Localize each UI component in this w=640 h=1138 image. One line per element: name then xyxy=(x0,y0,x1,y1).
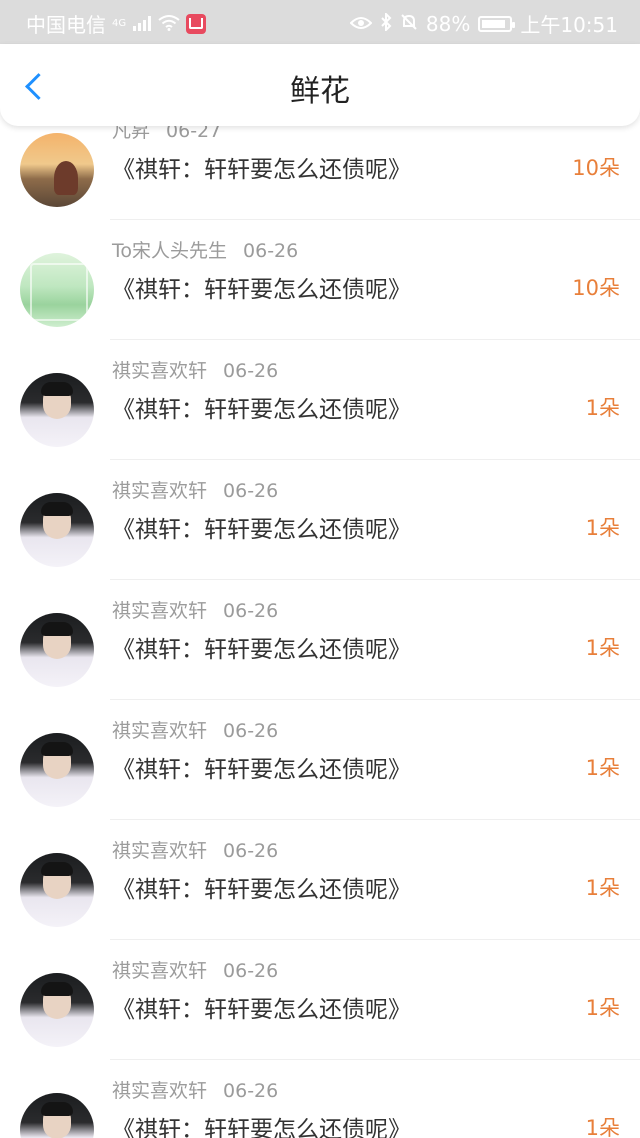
list-track: 凡昇 06-27 《祺轩：轩轩要怎么还债呢》 10朵 To宋人头先生 06-26 《祺轩：轩… xyxy=(0,126,640,1138)
date: 06-26 xyxy=(223,480,279,502)
book-app-icon xyxy=(186,13,207,34)
signal-icon xyxy=(132,12,152,36)
date: 06-27 xyxy=(166,126,222,142)
username: 祺实喜欢轩 xyxy=(112,360,208,382)
date: 06-26 xyxy=(223,840,279,862)
mute-bell-icon xyxy=(400,12,418,36)
list-item[interactable]: To宋人头先生 06-26 《祺轩：轩轩要怎么还债呢》 10朵 xyxy=(0,220,640,340)
post-title[interactable]: 《祺轩：轩轩要怎么还债呢》 xyxy=(112,750,411,784)
list-item[interactable]: 祺实喜欢轩 06-26 《祺轩：轩轩要怎么还债呢》 1朵 xyxy=(0,1060,640,1138)
list-item[interactable]: 祺实喜欢轩 06-26 《祺轩：轩轩要怎么还债呢》 1朵 xyxy=(0,460,640,580)
list-item[interactable]: 祺实喜欢轩 06-26 《祺轩：轩轩要怎么还债呢》 1朵 xyxy=(0,340,640,460)
item-meta: 祺实喜欢轩 06-26 xyxy=(112,956,278,983)
network-type: 4G xyxy=(112,17,127,29)
date: 06-26 xyxy=(223,720,279,742)
battery-percent: 88% xyxy=(425,11,471,36)
date: 06-26 xyxy=(223,360,279,382)
list-item[interactable]: 祺实喜欢轩 06-26 《祺轩：轩轩要怎么还债呢》 1朵 xyxy=(0,580,640,700)
username: 凡昇 xyxy=(112,126,151,142)
post-title[interactable]: 《祺轩：轩轩要怎么还债呢》 xyxy=(112,510,411,544)
item-meta: 祺实喜欢轩 06-26 xyxy=(112,1076,278,1103)
flower-list[interactable]: 凡昇 06-27 《祺轩：轩轩要怎么还债呢》 10朵 To宋人头先生 06-26 《祺轩：轩… xyxy=(0,126,640,1138)
avatar[interactable] xyxy=(20,133,94,207)
flower-count: 1朵 xyxy=(585,996,620,1020)
post-title[interactable]: 《祺轩：轩轩要怎么还债呢》 xyxy=(112,1110,411,1138)
flower-count: 1朵 xyxy=(585,636,620,660)
post-title[interactable]: 《祺轩：轩轩要怎么还债呢》 xyxy=(112,630,411,664)
username: 祺实喜欢轩 xyxy=(112,1080,208,1102)
avatar[interactable] xyxy=(20,853,94,927)
username: 祺实喜欢轩 xyxy=(112,720,208,742)
battery-fill xyxy=(482,19,506,28)
date: 06-26 xyxy=(223,1080,279,1102)
flower-count: 1朵 xyxy=(585,1116,620,1138)
navigation-bar: 鲜花 xyxy=(0,44,640,126)
username: To宋人头先生 xyxy=(112,240,228,262)
eye-icon xyxy=(349,12,373,36)
username: 祺实喜欢轩 xyxy=(112,840,208,862)
flower-count: 1朵 xyxy=(585,876,620,900)
list-item[interactable]: 凡昇 06-27 《祺轩：轩轩要怎么还债呢》 10朵 xyxy=(0,126,640,220)
item-meta: 祺实喜欢轩 06-26 xyxy=(112,356,278,383)
avatar[interactable] xyxy=(20,973,94,1047)
avatar[interactable] xyxy=(20,373,94,447)
clock: 上午10:51 xyxy=(520,13,618,37)
date: 06-26 xyxy=(243,240,299,262)
username: 祺实喜欢轩 xyxy=(112,600,208,622)
list-item[interactable]: 祺实喜欢轩 06-26 《祺轩：轩轩要怎么还债呢》 1朵 xyxy=(0,700,640,820)
wifi-icon xyxy=(158,12,180,36)
flower-count: 1朵 xyxy=(585,396,620,420)
list-item[interactable]: 祺实喜欢轩 06-26 《祺轩：轩轩要怎么还债呢》 1朵 xyxy=(0,820,640,940)
post-title[interactable]: 《祺轩：轩轩要怎么还债呢》 xyxy=(112,390,411,424)
item-meta: 祺实喜欢轩 06-26 xyxy=(112,716,278,743)
avatar[interactable] xyxy=(20,493,94,567)
item-meta: 祺实喜欢轩 06-26 xyxy=(112,836,278,863)
post-title[interactable]: 《祺轩：轩轩要怎么还债呢》 xyxy=(112,990,411,1024)
username: 祺实喜欢轩 xyxy=(112,480,208,502)
bluetooth-icon xyxy=(380,11,392,36)
flower-count: 10朵 xyxy=(572,156,620,180)
date: 06-26 xyxy=(223,600,279,622)
battery-icon xyxy=(478,15,516,32)
page-title: 鲜花 xyxy=(290,74,350,109)
username: 祺实喜欢轩 xyxy=(112,960,208,982)
avatar[interactable] xyxy=(20,733,94,807)
carrier-label: 中国电信 xyxy=(26,13,106,37)
avatar[interactable] xyxy=(20,613,94,687)
item-meta: To宋人头先生 06-26 xyxy=(112,236,298,263)
avatar[interactable] xyxy=(20,1093,94,1138)
status-left: 中国电信 4G xyxy=(26,9,207,38)
post-title[interactable]: 《祺轩：轩轩要怎么还债呢》 xyxy=(112,150,411,184)
status-right: 88% 上午10:51 xyxy=(349,9,618,38)
item-meta: 祺实喜欢轩 06-26 xyxy=(112,476,278,503)
flower-count: 10朵 xyxy=(572,276,620,300)
item-meta: 祺实喜欢轩 06-26 xyxy=(112,596,278,623)
flower-count: 1朵 xyxy=(585,516,620,540)
flower-count: 1朵 xyxy=(585,756,620,780)
item-meta: 凡昇 06-27 xyxy=(112,126,221,143)
avatar[interactable] xyxy=(20,253,94,327)
post-title[interactable]: 《祺轩：轩轩要怎么还债呢》 xyxy=(112,270,411,304)
list-item[interactable]: 祺实喜欢轩 06-26 《祺轩：轩轩要怎么还债呢》 1朵 xyxy=(0,940,640,1060)
status-bar: 中国电信 4G 88% 上午10:51 xyxy=(0,0,640,44)
date: 06-26 xyxy=(223,960,279,982)
post-title[interactable]: 《祺轩：轩轩要怎么还债呢》 xyxy=(112,870,411,904)
